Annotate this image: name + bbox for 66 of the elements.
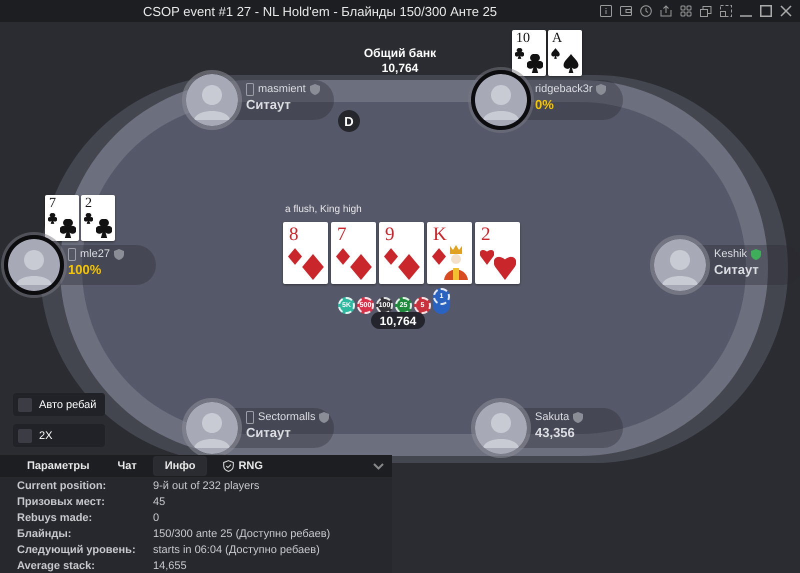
spade-icon xyxy=(551,48,560,59)
wallet-icon[interactable] xyxy=(620,5,632,17)
playing-card: 2 xyxy=(81,195,115,241)
info-value: 45 xyxy=(153,496,166,508)
info-value: 0 xyxy=(153,512,160,524)
shield-check-icon xyxy=(223,460,234,472)
playing-card: K xyxy=(427,222,472,284)
info-value: starts in 06:04 (Доступно ребаев) xyxy=(153,544,320,556)
hand-description: a flush, King high xyxy=(285,204,362,215)
tab[interactable]: Параметры xyxy=(15,456,102,476)
pot-amount: 10,764 xyxy=(371,312,425,329)
player-stack: Ситаут xyxy=(246,97,292,112)
checkbox-label[interactable]: 2X xyxy=(39,430,52,442)
playing-card: 2 xyxy=(475,222,520,284)
playing-card: 9 xyxy=(379,222,424,284)
grid-icon[interactable] xyxy=(680,5,692,17)
checkbox[interactable] xyxy=(18,428,32,442)
checkbox[interactable] xyxy=(18,398,32,412)
info-value: 9-й out of 232 players xyxy=(153,480,260,492)
club-icon xyxy=(515,48,524,59)
king-figure-drawing xyxy=(444,244,468,280)
info-value: 14,655 xyxy=(153,560,187,572)
diamond-icon xyxy=(432,248,446,265)
chevron-down-icon[interactable] xyxy=(373,462,384,470)
windows-icon[interactable] xyxy=(700,5,712,17)
info-label: Current position: xyxy=(17,480,108,492)
clock-icon[interactable] xyxy=(640,5,652,17)
info-label: Следующий уровень: xyxy=(17,544,137,556)
club-icon xyxy=(527,54,543,73)
pot-amount: 10,764 xyxy=(382,61,418,76)
info-label: Rebuys made: xyxy=(17,512,94,524)
club-icon xyxy=(60,219,76,238)
playing-card: 8 xyxy=(283,222,328,284)
playing-card: 10 xyxy=(512,30,546,76)
tab[interactable]: RNG xyxy=(211,456,275,476)
playing-card: 7 xyxy=(45,195,79,241)
player-stack: 100% xyxy=(68,262,102,277)
tab[interactable]: Инфо xyxy=(152,456,208,476)
player-name: Sectormalls xyxy=(258,411,316,423)
tab[interactable]: Чат xyxy=(105,456,149,476)
club-icon xyxy=(48,213,57,224)
player-stack: Ситаут xyxy=(714,262,760,277)
resize-icon[interactable] xyxy=(720,5,732,17)
player-stack: 0% xyxy=(535,97,555,112)
player-name: masmient xyxy=(258,83,306,95)
info-label: Призовых мест: xyxy=(17,496,106,508)
window-title: CSOP event #1 27 - NL Hold'em - Блайнды 150/300 Анте 25 xyxy=(143,4,498,18)
player-name: Sakuta xyxy=(535,411,570,423)
info-label: Блайнды: xyxy=(17,528,72,540)
player-name: ridgeback3r xyxy=(535,83,592,95)
player-name: Keshik xyxy=(714,248,748,260)
player-stack: 43,356 xyxy=(535,425,576,440)
close-icon[interactable] xyxy=(780,5,792,17)
info-icon[interactable] xyxy=(600,5,612,17)
info-label: Average stack: xyxy=(17,560,96,572)
pot-label: Общий банк xyxy=(364,46,436,61)
playing-card: 7 xyxy=(331,222,376,284)
club-icon xyxy=(84,213,93,224)
player-stack: Ситаут xyxy=(246,425,292,440)
player-name: mle27 xyxy=(80,248,110,260)
info-value: 150/300 ante 25 (Доступно ребаев) xyxy=(153,528,330,540)
playing-card: A xyxy=(548,30,582,76)
maximize-icon[interactable] xyxy=(760,5,772,17)
club-icon xyxy=(96,219,112,238)
share-icon[interactable] xyxy=(660,5,672,17)
spade-icon xyxy=(563,54,579,73)
